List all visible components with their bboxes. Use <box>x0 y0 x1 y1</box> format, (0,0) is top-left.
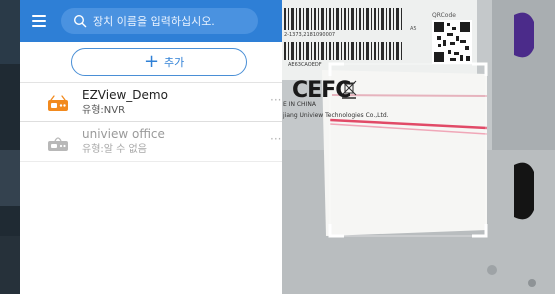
device-list-item[interactable]: EZView_Demo 유형:NVR ··· <box>20 85 282 123</box>
search-icon <box>73 14 87 28</box>
device-list-panel: + 추가 EZView_Demo 유형:NVR ··· uniview offi… <box>20 0 282 294</box>
device-type: 유형:알 수 없음 <box>82 144 147 155</box>
device-name: uniview office <box>82 127 165 141</box>
edge-band <box>0 236 20 294</box>
device-type: 유형:NVR <box>82 105 126 116</box>
sticker-serial-text: 2-1373,2181090007 <box>284 32 336 38</box>
divider <box>20 82 282 83</box>
offline-device-icon <box>48 137 68 151</box>
plus-icon: + <box>144 51 160 72</box>
edge-band <box>0 150 20 206</box>
edge-band <box>0 0 20 64</box>
more-icon[interactable]: ··· <box>270 93 281 107</box>
search-input[interactable] <box>93 11 253 31</box>
device-name: EZView_Demo <box>82 88 168 102</box>
add-device-button[interactable]: + 추가 <box>71 48 247 76</box>
manufacturer-text: jiang Uniview Technologies Co.,Ltd. <box>283 112 389 119</box>
certification-mark-text: CEFC <box>292 78 351 103</box>
device-edge <box>0 0 20 294</box>
device-list-item[interactable]: uniview office 유형:알 수 없음 ··· <box>20 124 282 162</box>
sticker-badge-text: A5 <box>410 26 417 32</box>
qr-label-text: QRCode <box>432 12 456 19</box>
divider <box>20 161 282 162</box>
divider <box>20 121 282 122</box>
camera-photo <box>282 0 555 294</box>
search-bar[interactable] <box>61 8 258 34</box>
made-in-text: E IN CHINA <box>283 101 316 108</box>
sticker-code-text: AE63CAOEDF <box>288 62 322 68</box>
camera-scan-view: 2-1373,2181090007 AE63CAOEDF QRCode A5 C… <box>282 0 555 294</box>
top-bar <box>20 0 282 42</box>
more-icon[interactable]: ··· <box>270 132 281 146</box>
nvr-device-icon <box>48 95 68 111</box>
menu-icon[interactable] <box>32 14 46 27</box>
add-label: 추가 <box>164 56 185 69</box>
